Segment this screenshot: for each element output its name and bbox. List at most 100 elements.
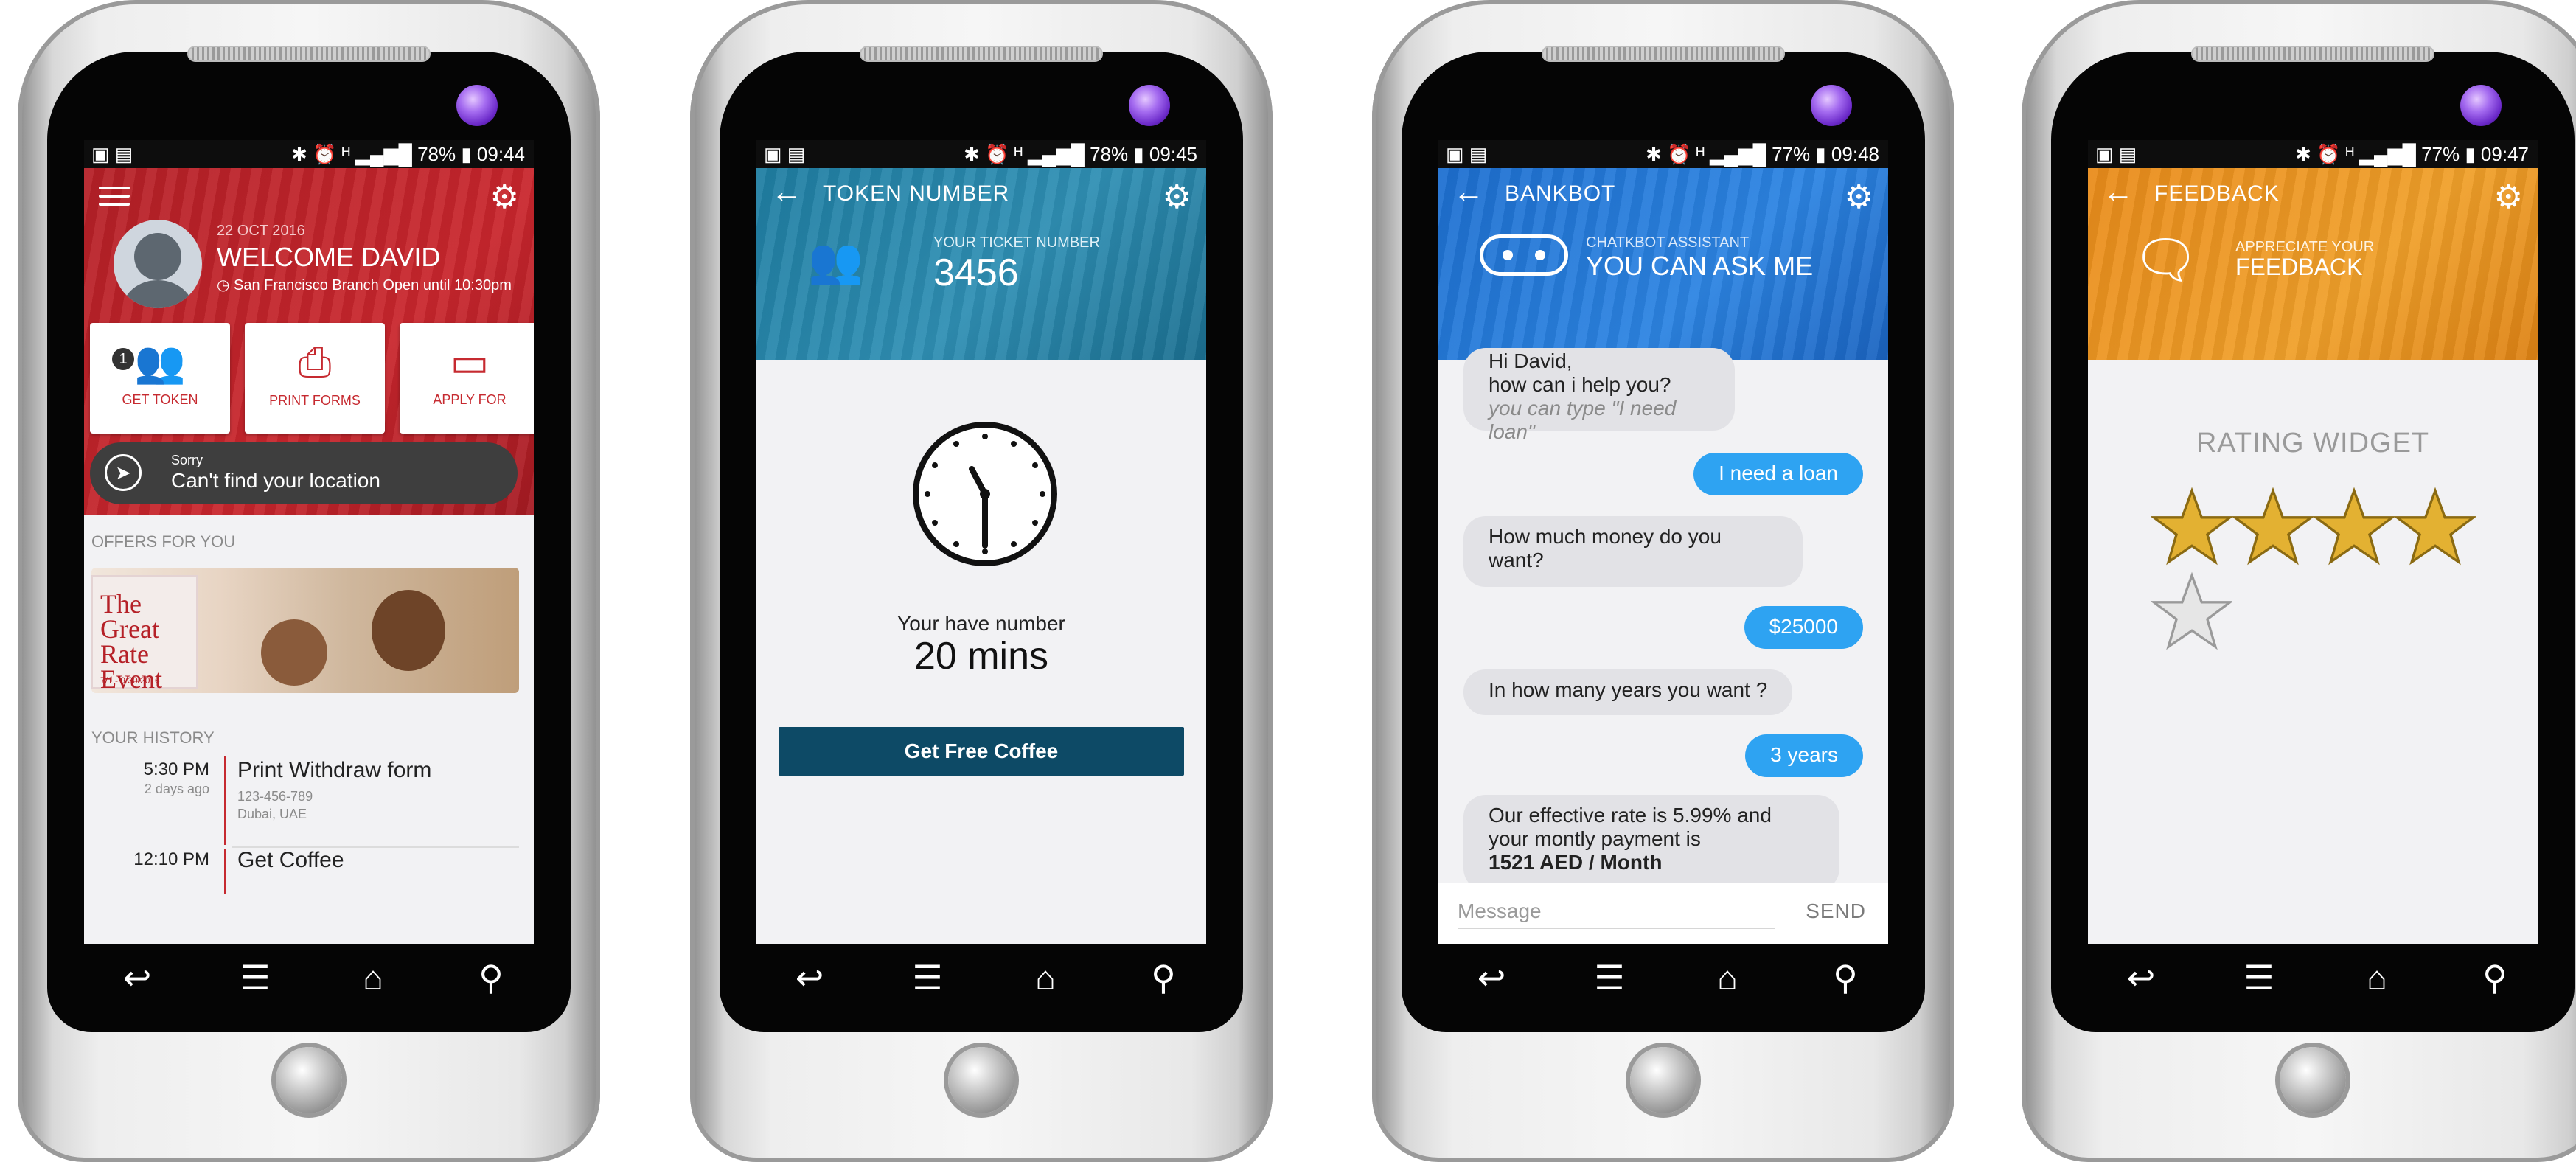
star-filled-icon[interactable] — [2395, 487, 2476, 568]
search-nav-icon[interactable]: ⚲ — [1140, 954, 1187, 1001]
star-filled-icon[interactable] — [2314, 487, 2395, 568]
print-forms-tile[interactable]: ⎙ PRINT FORMS — [245, 323, 385, 434]
bankbot-header: ← BANKBOT ⚙ CHATKBOT ASSISTANT YOU CAN A… — [1438, 168, 1888, 360]
people-icon: 👥 — [134, 338, 186, 385]
tile-label: GET TOKEN — [122, 392, 198, 407]
tile-label: APPLY FOR — [433, 392, 507, 407]
assistant-title: YOU CAN ASK ME — [1586, 251, 1814, 281]
battery-icon: ▮ — [1815, 143, 1826, 165]
message-input[interactable]: Message — [1458, 900, 1775, 929]
back-nav-icon[interactable]: ↩ — [2117, 954, 2165, 1001]
menu-nav-icon[interactable]: ☰ — [904, 954, 951, 1001]
ticket-label: YOUR TICKET NUMBER — [933, 234, 1100, 251]
avatar[interactable] — [114, 220, 202, 308]
screen-home: ▣ ▤ ✱ ⏰ ᴴ ▂▄▆█ 78% ▮ 09:44 ⚙ 22 OCT 2016… — [84, 140, 534, 944]
notification-icons: ▣ ▤ — [764, 143, 806, 165]
clock-face-icon — [913, 422, 1057, 566]
clock-time: 09:44 — [476, 143, 525, 165]
home-nav-icon[interactable]: ⌂ — [349, 954, 397, 1001]
gear-icon[interactable]: ⚙ — [1163, 178, 1191, 216]
card-check-icon: ▭ — [450, 338, 490, 385]
robot-icon — [1480, 234, 1568, 276]
hardware-nav: ↩ ☰ ⌂ ⚲ — [1438, 945, 1888, 1012]
battery-icon: ▮ — [461, 143, 472, 165]
home-hardware-button[interactable] — [948, 1047, 1014, 1113]
status-icons: ✱ ⏰ ᴴ ▂▄▆█ — [964, 143, 1090, 165]
clock-time: 09:47 — [2480, 143, 2529, 165]
home-nav-icon[interactable]: ⌂ — [1704, 954, 1751, 1001]
front-camera — [1811, 85, 1852, 126]
bot-message: Our effective rate is 5.99% and your mon… — [1463, 795, 1839, 891]
branch-status: ◷ San Francisco Branch Open until 10:30p… — [217, 277, 512, 293]
apply-for-tile[interactable]: ▭ APPLY FOR — [400, 323, 534, 434]
menu-nav-icon[interactable]: ☰ — [232, 954, 279, 1001]
history-when: 2 days ago — [144, 782, 209, 796]
home-hardware-button[interactable] — [1630, 1047, 1696, 1113]
search-nav-icon[interactable]: ⚲ — [1822, 954, 1869, 1001]
hardware-nav: ↩ ☰ ⌂ ⚲ — [756, 945, 1206, 1012]
star-rating[interactable] — [2151, 487, 2538, 656]
status-icons: ✱ ⏰ ᴴ ▂▄▆█ — [1646, 143, 1772, 165]
chat-bubbles-icon: 🗨 — [2132, 231, 2200, 290]
ticket-number: 3456 — [933, 251, 1019, 294]
arrow-left-icon[interactable]: ← — [2103, 174, 2134, 209]
status-icons: ✱ ⏰ ᴴ ▂▄▆█ — [2295, 143, 2422, 165]
battery-text: 77% — [2421, 143, 2460, 165]
gear-icon[interactable]: ⚙ — [1845, 178, 1873, 216]
user-message: 3 years — [1745, 734, 1863, 777]
status-bar: ▣ ▤ ✱ ⏰ ᴴ ▂▄▆█ 77% ▮ 09:47 — [2088, 140, 2538, 168]
status-bar: ▣ ▤ ✱ ⏰ ᴴ ▂▄▆█ 78% ▮ 09:45 — [756, 140, 1206, 168]
home-hardware-button[interactable] — [276, 1047, 342, 1113]
home-hardware-button[interactable] — [2280, 1047, 2346, 1113]
header-date: 22 OCT 2016 — [217, 223, 305, 239]
token-header: ← TOKEN NUMBER ⚙ 👥 YOUR TICKET NUMBER 34… — [756, 168, 1206, 360]
offer-banner[interactable]: The Great Rate Event 7/1 - 9/30/2016 — [91, 568, 519, 693]
send-button[interactable]: SEND — [1806, 900, 1866, 923]
bot-message: How much money do you want? — [1463, 516, 1803, 587]
get-token-tile[interactable]: 👥 1 GET TOKEN — [90, 323, 230, 434]
battery-icon: ▮ — [2465, 143, 2476, 165]
phone-3: ▣ ▤ ✱ ⏰ ᴴ ▂▄▆█ 77% ▮ 09:48 ← BANKBOT ⚙ C… — [1372, 0, 1954, 1162]
home-nav-icon[interactable]: ⌂ — [2353, 954, 2401, 1001]
star-filled-icon[interactable] — [2151, 487, 2232, 568]
earpiece-speaker — [1542, 46, 1785, 62]
back-nav-icon[interactable]: ↩ — [1468, 954, 1515, 1001]
front-camera — [2460, 85, 2502, 126]
notification-icons: ▣ ▤ — [2095, 143, 2137, 165]
back-nav-icon[interactable]: ↩ — [114, 954, 161, 1001]
gear-icon[interactable]: ⚙ — [2494, 178, 2523, 216]
earpiece-speaker — [187, 46, 431, 62]
arrow-left-icon[interactable]: ← — [1453, 174, 1484, 209]
menu-nav-icon[interactable]: ☰ — [2235, 954, 2283, 1001]
home-nav-icon[interactable]: ⌂ — [1022, 954, 1069, 1001]
bot-message: In how many years you want ? — [1463, 669, 1793, 715]
wait-label: Your have number — [897, 612, 1065, 635]
clock-time: 09:45 — [1149, 143, 1197, 165]
clock-small-icon: ◷ — [217, 277, 234, 293]
menu-nav-icon[interactable]: ☰ — [1586, 954, 1633, 1001]
search-nav-icon[interactable]: ⚲ — [467, 954, 515, 1001]
earpiece-speaker — [860, 46, 1103, 62]
phone-1: ▣ ▤ ✱ ⏰ ᴴ ▂▄▆█ 78% ▮ 09:44 ⚙ 22 OCT 2016… — [18, 0, 600, 1162]
location-message: Can't find your location — [171, 469, 380, 492]
page-title: BANKBOT — [1505, 181, 1616, 206]
rating-widget-title: RATING WIDGET — [2196, 428, 2430, 459]
message-composer: Message SEND — [1438, 883, 1888, 944]
status-bar: ▣ ▤ ✱ ⏰ ᴴ ▂▄▆█ 78% ▮ 09:44 — [84, 140, 534, 168]
arrow-left-icon[interactable]: ← — [771, 174, 802, 209]
get-free-coffee-button[interactable]: Get Free Coffee — [779, 727, 1184, 776]
branch-status-text: San Francisco Branch Open until 10:30pm — [234, 277, 512, 293]
promo-dates: 7/1 - 9/30/2016 — [100, 675, 160, 686]
location-banner[interactable]: ➤ Sorry Can't find your location — [90, 442, 518, 504]
star-filled-icon[interactable] — [2232, 487, 2314, 568]
search-nav-icon[interactable]: ⚲ — [2471, 954, 2518, 1001]
back-nav-icon[interactable]: ↩ — [786, 954, 833, 1001]
history-time: 12:10 PM — [133, 849, 209, 869]
message-hint: you can type "I need loan" — [1489, 397, 1677, 443]
gear-icon[interactable]: ⚙ — [490, 178, 519, 216]
star-empty-icon[interactable] — [2151, 571, 2232, 653]
printer-icon: ⎙ — [298, 338, 332, 385]
phone-2: ▣ ▤ ✱ ⏰ ᴴ ▂▄▆█ 78% ▮ 09:45 ← TOKEN NUMBE… — [690, 0, 1273, 1162]
hamburger-menu-icon[interactable] — [99, 181, 130, 211]
history-heading: YOUR HISTORY — [91, 728, 215, 747]
